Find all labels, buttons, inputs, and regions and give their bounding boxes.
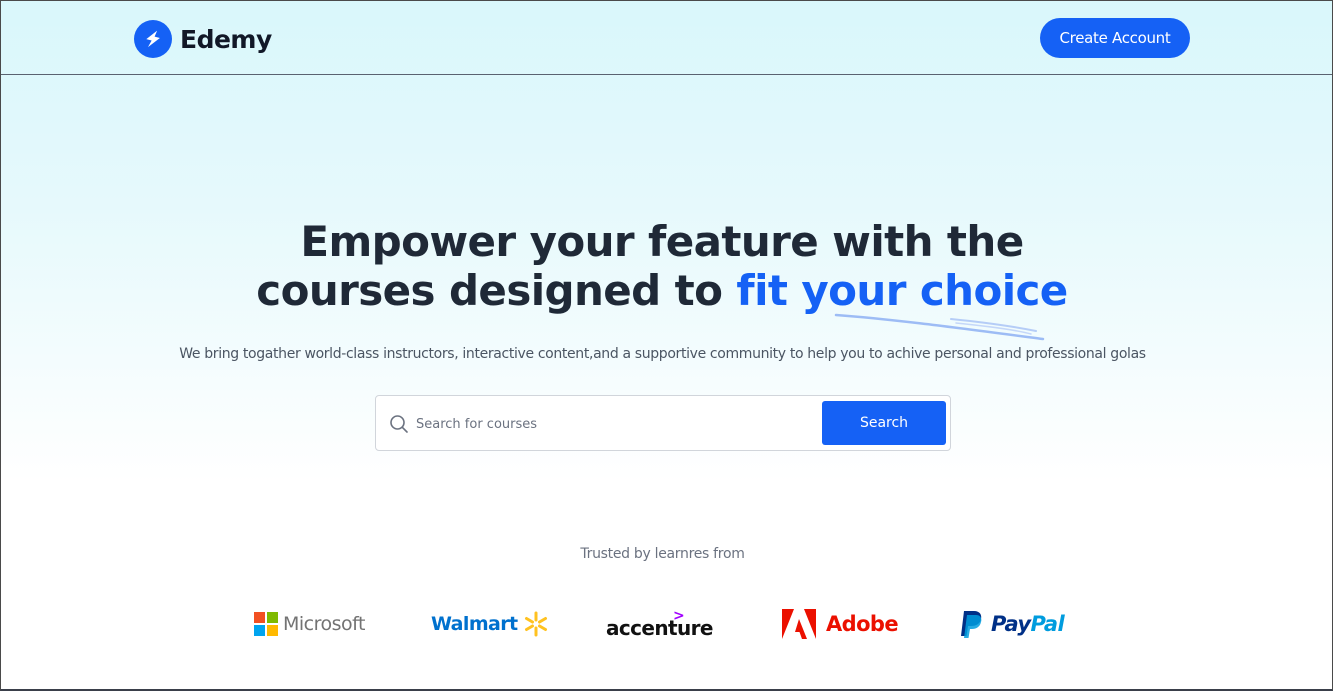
lightning-icon <box>134 20 172 58</box>
trusted-by-label: Trusted by learnres from <box>580 546 745 562</box>
search-bar: Search <box>375 395 951 451</box>
hero-subtitle: We bring togather world-class instructor… <box>179 346 1146 362</box>
accenture-logo: > accenture <box>606 604 713 644</box>
site-logo[interactable]: Edemy <box>134 19 272 59</box>
accenture-name: accenture <box>606 616 713 640</box>
walmart-logo: Walmart <box>431 604 550 644</box>
search-input[interactable] <box>416 410 816 438</box>
adobe-a-icon <box>782 609 816 639</box>
underline-squiggle <box>834 313 1045 341</box>
hero-title-line1: Empower your feature with the <box>300 217 1024 266</box>
page: Edemy Create Account Empower your featur… <box>0 0 1333 691</box>
paypal-p-icon <box>961 611 982 638</box>
walmart-spark-icon <box>524 611 547 637</box>
paypal-name-pal: Pal <box>1030 612 1065 636</box>
adobe-logo: Adobe <box>782 604 899 644</box>
paypal-name: PayPal <box>991 612 1065 636</box>
hero-title-accent: fit your choice <box>736 266 1068 315</box>
adobe-name: Adobe <box>826 612 899 636</box>
walmart-name: Walmart <box>431 613 518 635</box>
microsoft-squares-icon <box>254 612 278 636</box>
microsoft-name: Microsoft <box>283 613 365 635</box>
search-button[interactable]: Search <box>822 401 946 445</box>
paypal-logo: PayPal <box>959 604 1065 644</box>
microsoft-logo: Microsoft <box>254 604 365 644</box>
search-icon <box>389 414 409 434</box>
hero-title: Empower your feature with the courses de… <box>1 217 1323 315</box>
logo-text: Edemy <box>180 24 272 54</box>
hero-title-line2-prefix: courses designed to <box>256 266 737 315</box>
create-account-button[interactable]: Create Account <box>1040 18 1190 58</box>
paypal-name-pay: Pay <box>991 612 1031 636</box>
navbar: Edemy Create Account <box>1 1 1332 75</box>
